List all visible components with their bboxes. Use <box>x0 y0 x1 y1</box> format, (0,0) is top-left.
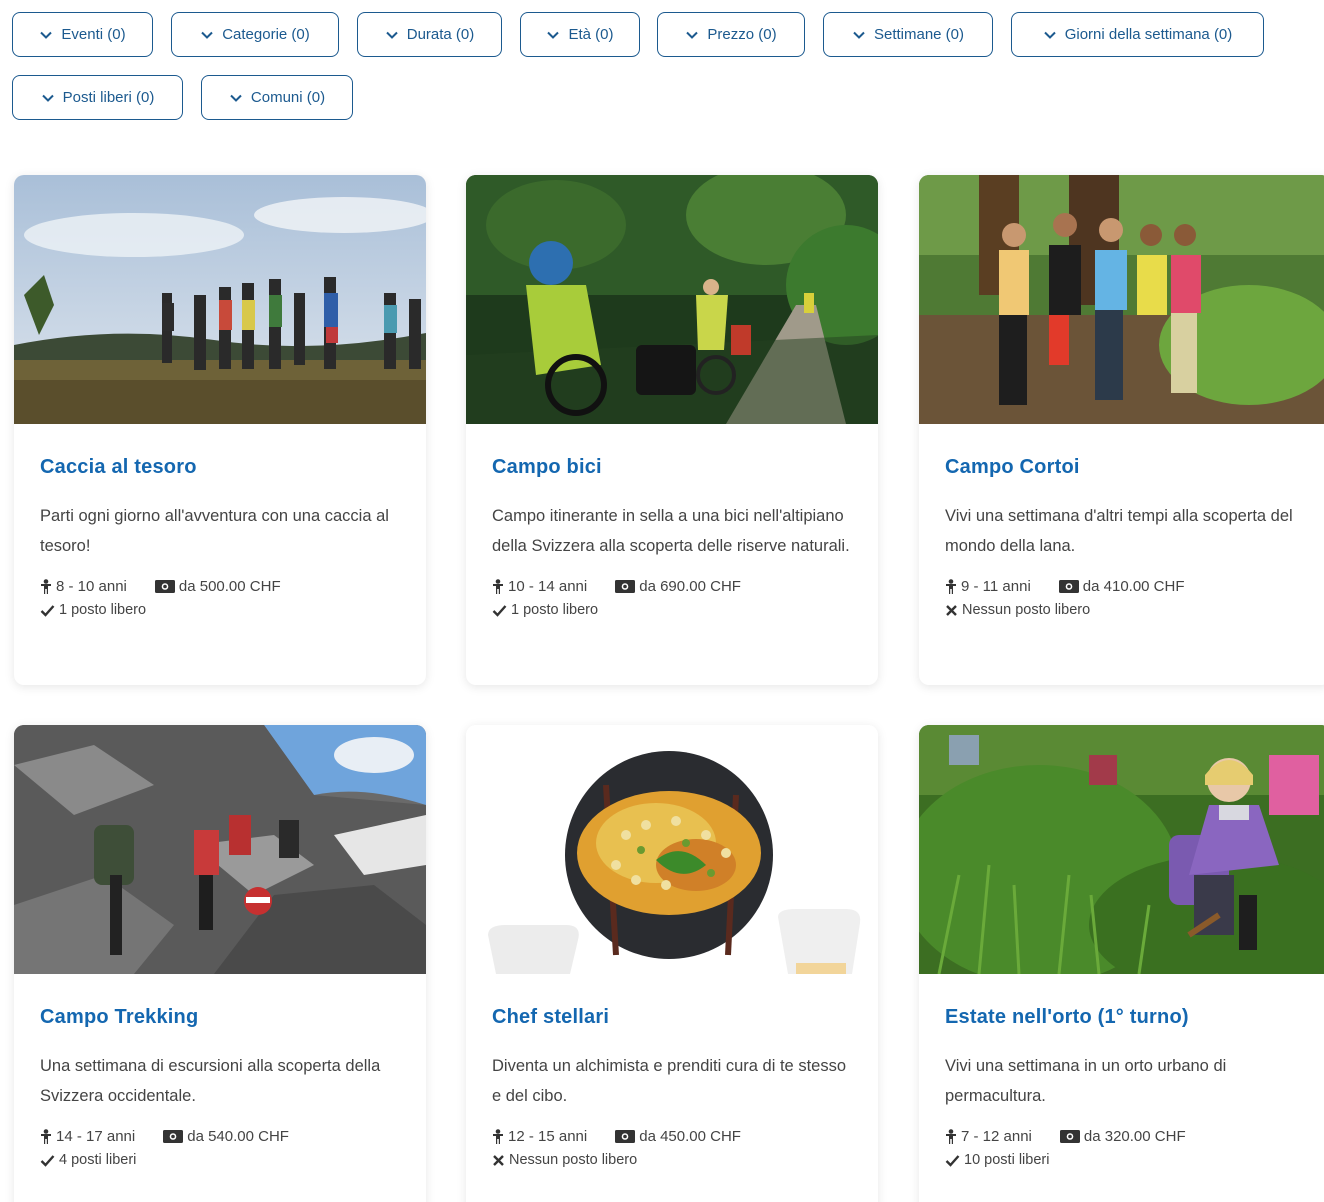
age-range: 7 - 12 anni <box>945 1128 1032 1145</box>
filter-settimane-button[interactable]: Settimane (0) <box>823 12 993 57</box>
cross-icon <box>493 1154 504 1166</box>
child-icon <box>41 578 51 594</box>
availability: 10 posti liberi <box>945 1152 1305 1168</box>
filter-label: Prezzo (0) <box>707 26 777 43</box>
price: da 410.00 CHF <box>1058 578 1185 595</box>
camp-card[interactable]: Chef stellari Diventa un alchimista e pr… <box>466 725 878 1202</box>
price: da 690.00 CHF <box>615 578 741 595</box>
availability: 4 posti liberi <box>40 1152 400 1168</box>
card-title[interactable]: Estate nell'orto (1° turno) <box>945 1006 1305 1029</box>
age-range: 10 - 14 anni <box>492 578 587 595</box>
money-icon <box>615 579 636 593</box>
filter-label: Settimane (0) <box>873 26 965 43</box>
card-description: Parti ogni giorno all'avventura con una … <box>40 507 389 555</box>
chevron-down-icon <box>41 94 54 102</box>
check-icon <box>492 604 507 617</box>
card-photo <box>919 175 1324 424</box>
availability: Nessun posto libero <box>492 1152 852 1168</box>
card-description: Diventa un alchimista e prenditi cura di… <box>492 1057 847 1105</box>
camp-card[interactable]: Campo Cortoi Vivi una settimana d'altri … <box>919 175 1324 685</box>
filter-label: Categorie (0) <box>222 26 310 43</box>
card-photo <box>14 725 426 974</box>
card-photo <box>466 725 878 974</box>
card-description: Vivi una settimana in un orto urbano di … <box>945 1057 1227 1105</box>
filter-label: Comuni (0) <box>250 89 326 106</box>
filter-label: Eventi (0) <box>61 26 126 43</box>
check-icon <box>945 1154 960 1167</box>
card-photo <box>14 175 426 424</box>
availability: 1 posto libero <box>492 602 852 618</box>
card-title[interactable]: Campo Cortoi <box>945 456 1305 479</box>
money-icon <box>1058 579 1079 593</box>
camp-card[interactable]: Campo Trekking Una settimana di escursio… <box>14 725 426 1202</box>
card-description: Vivi una settimana d'altri tempi alla sc… <box>945 507 1293 555</box>
chevron-down-icon <box>1043 31 1056 39</box>
money-icon <box>615 1129 636 1143</box>
chevron-down-icon <box>40 31 53 39</box>
chevron-down-icon <box>547 31 560 39</box>
availability: Nessun posto libero <box>945 602 1305 618</box>
money-icon <box>1059 1129 1080 1143</box>
chevron-down-icon <box>230 94 242 102</box>
card-description: Campo itinerante in sella a una bici nel… <box>492 507 850 555</box>
age-range: 8 - 10 anni <box>40 578 127 595</box>
card-title[interactable]: Caccia al tesoro <box>40 456 400 479</box>
filter-categorie-button[interactable]: Categorie (0) <box>171 12 339 57</box>
camp-card[interactable]: Campo bici Campo itinerante in sella a u… <box>466 175 878 685</box>
age-range: 12 - 15 anni <box>492 1128 587 1145</box>
camp-card[interactable]: Caccia al tesoro Parti ogni giorno all'a… <box>14 175 426 685</box>
price: da 500.00 CHF <box>154 578 281 595</box>
filter-comuni-button[interactable]: Comuni (0) <box>201 75 353 120</box>
filter-label: Posti liberi (0) <box>62 89 155 106</box>
money-icon <box>163 1129 184 1143</box>
card-title[interactable]: Campo bici <box>492 456 852 479</box>
child-icon <box>946 578 956 594</box>
price: da 320.00 CHF <box>1059 1128 1186 1145</box>
child-icon <box>41 1128 51 1144</box>
age-range: 9 - 11 anni <box>945 578 1031 595</box>
chevron-down-icon <box>201 31 213 39</box>
card-description: Una settimana di escursioni alla scopert… <box>40 1057 381 1105</box>
card-title[interactable]: Campo Trekking <box>40 1006 400 1029</box>
child-icon <box>493 1128 503 1144</box>
price: da 540.00 CHF <box>163 1128 289 1145</box>
filter-durata-button[interactable]: Durata (0) <box>357 12 502 57</box>
child-icon <box>946 1128 956 1144</box>
filter-giorni-button[interactable]: Giorni della settimana (0) <box>1011 12 1264 57</box>
child-icon <box>493 578 503 594</box>
cross-icon <box>946 604 957 616</box>
camp-card[interactable]: Estate nell'orto (1° turno) Vivi una set… <box>919 725 1324 1202</box>
price: da 450.00 CHF <box>615 1128 741 1145</box>
filter-posti-liberi-button[interactable]: Posti liberi (0) <box>12 75 183 120</box>
filter-prezzo-button[interactable]: Prezzo (0) <box>657 12 805 57</box>
card-photo <box>919 725 1324 974</box>
filter-eventi-button[interactable]: Eventi (0) <box>12 12 153 57</box>
chevron-down-icon <box>853 31 865 39</box>
filter-label: Giorni della settimana (0) <box>1064 26 1233 43</box>
filter-label: Durata (0) <box>406 26 475 43</box>
chevron-down-icon <box>386 31 398 39</box>
card-title[interactable]: Chef stellari <box>492 1006 852 1029</box>
money-icon <box>154 579 175 593</box>
availability: 1 posto libero <box>40 602 400 618</box>
card-photo <box>466 175 878 424</box>
chevron-down-icon <box>686 31 699 39</box>
check-icon <box>40 604 55 617</box>
check-icon <box>40 1154 55 1167</box>
age-range: 14 - 17 anni <box>40 1128 135 1145</box>
filter-label: Età (0) <box>568 26 614 43</box>
filter-eta-button[interactable]: Età (0) <box>520 12 640 57</box>
